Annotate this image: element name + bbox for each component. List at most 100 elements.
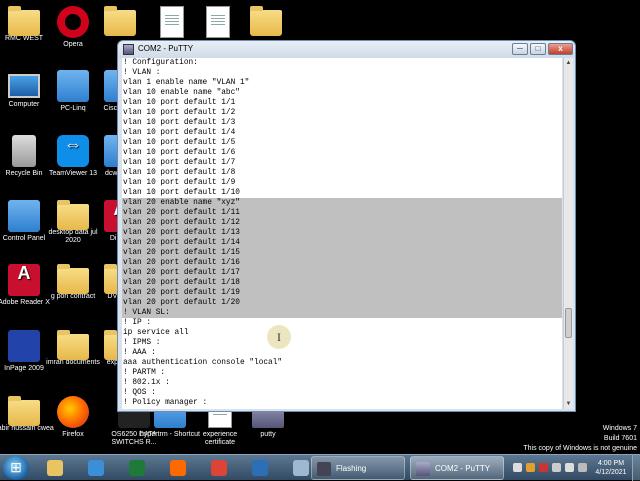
terminal-line: vlan 10 port default 1/5 xyxy=(123,139,236,147)
tray-flag-icon[interactable] xyxy=(526,463,535,472)
terminal-line: vlan 10 port default 1/7 xyxy=(123,159,236,167)
computer-icon xyxy=(8,74,40,98)
control-panel-icon xyxy=(8,200,40,232)
battery-icon[interactable] xyxy=(578,463,587,472)
terminal-line: ! VLAN SL: xyxy=(122,308,562,318)
terminal-line: vlan 10 port default 1/10 xyxy=(123,189,240,197)
terminal-line: ! PARTM : xyxy=(123,369,166,377)
terminal-line: vlan 10 port default 1/6 xyxy=(123,149,236,157)
task-label: COM2 - PuTTY xyxy=(435,464,491,473)
vertical-scrollbar[interactable]: ▲ ▼ xyxy=(563,58,573,409)
taskbar-pinned-explorer[interactable] xyxy=(40,457,70,479)
notepad-icon xyxy=(293,460,309,476)
ie-icon xyxy=(88,460,104,476)
desktop: RMC WEST Computer Recycle Bin Control Pa… xyxy=(0,0,640,454)
clock-time: 4:00 PM xyxy=(597,460,625,467)
tray-alert-icon[interactable] xyxy=(539,463,548,472)
terminal-line: vlan 10 port default 1/2 xyxy=(123,109,236,117)
scroll-down-icon[interactable]: ▼ xyxy=(564,399,573,409)
close-button[interactable]: x xyxy=(548,43,573,55)
taskbar-pinned-firefox[interactable] xyxy=(163,457,193,479)
watermark-line: Build 7601 xyxy=(603,435,637,442)
putty-icon xyxy=(416,462,430,476)
terminal-output[interactable]: ! Configuration: ! VLAN : vlan 1 enable na… xyxy=(122,58,562,409)
desktop-icon-firefox[interactable]: Firefox xyxy=(43,396,103,439)
taskbar-pinned-app[interactable] xyxy=(245,457,275,479)
tray-app-icon[interactable] xyxy=(513,463,522,472)
icon-label: Firefox xyxy=(62,431,84,438)
terminal-line: ! AAA : xyxy=(123,349,156,357)
folder-icon xyxy=(250,6,282,36)
firefox-icon xyxy=(57,396,89,428)
window-title: COM2 - PuTTY xyxy=(138,44,194,53)
terminal-line: vlan 10 port default 1/8 xyxy=(123,169,236,177)
terminal-line: vlan 20 port default 1/15 xyxy=(122,248,562,258)
folder-icon xyxy=(8,396,40,426)
terminal-line: vlan 20 port default 1/12 xyxy=(122,218,562,228)
folder-icon xyxy=(104,6,136,36)
terminal-line: ! VLAN : xyxy=(123,69,161,77)
teamviewer-icon xyxy=(57,135,89,167)
desktop-icon-folder-2[interactable] xyxy=(236,6,296,36)
pdf-icon xyxy=(8,264,40,296)
clock[interactable]: 4:00 PM 4/12/2021 xyxy=(591,459,631,477)
taskbar-pinned-excel[interactable] xyxy=(122,457,152,479)
network-icon[interactable] xyxy=(552,463,561,472)
chrome-icon xyxy=(211,460,227,476)
app-icon xyxy=(317,462,331,476)
document-icon xyxy=(206,6,230,38)
window-titlebar[interactable]: COM2 - PuTTY ─ □ x xyxy=(118,41,575,58)
taskbar-pinned-ie[interactable] xyxy=(81,457,111,479)
windows-watermark: Windows 7 Build 7601 This copy of Window… xyxy=(523,424,637,454)
terminal-line: ip service all xyxy=(123,329,189,337)
task-label: Flashing xyxy=(336,464,367,473)
recycle-bin-icon xyxy=(12,135,36,167)
terminal-line: ! 802.1x : xyxy=(123,379,170,387)
terminal-line: ! Configuration: xyxy=(123,59,198,67)
terminal-lines: ! Configuration: ! VLAN : vlan 1 enable na… xyxy=(122,58,562,408)
terminal-line: vlan 10 port default 1/4 xyxy=(123,129,236,137)
icon-label: Opera xyxy=(63,41,83,48)
show-desktop-button[interactable] xyxy=(632,455,640,481)
terminal-line: ! IP : xyxy=(123,319,152,327)
taskbar: Flashing COM2 - PuTTY 4:00 PM 4/12/2021 xyxy=(0,454,640,481)
terminal-line: ! QOS : xyxy=(123,389,156,397)
putty-window[interactable]: COM2 - PuTTY ─ □ x ! Configuration: ! VLA… xyxy=(117,40,576,412)
terminal-line: vlan 20 port default 1/16 xyxy=(122,258,562,268)
scroll-thumb[interactable] xyxy=(565,308,572,338)
desktop-icon-folder[interactable] xyxy=(90,6,150,36)
terminal-line: vlan 20 enable name "xyz" xyxy=(122,198,562,208)
opera-icon xyxy=(57,6,89,38)
terminal-line: vlan 10 enable name "abc" xyxy=(123,89,240,97)
terminal-line: vlan 20 port default 1/13 xyxy=(122,228,562,238)
text-cursor-icon: I xyxy=(267,325,291,349)
watermark-line: Windows 7 xyxy=(602,425,637,432)
task-flashing[interactable]: Flashing xyxy=(311,456,405,480)
volume-icon[interactable] xyxy=(565,463,574,472)
putty-icon[interactable] xyxy=(123,44,134,55)
start-button[interactable] xyxy=(3,456,29,480)
terminal-line: vlan 10 port default 1/1 xyxy=(123,99,236,107)
terminal-line: vlan 20 port default 1/17 xyxy=(122,268,562,278)
terminal-line: vlan 10 port default 1/9 xyxy=(123,179,236,187)
task-putty[interactable]: COM2 - PuTTY xyxy=(410,456,504,480)
terminal-line: ! IPMS : xyxy=(123,339,161,347)
minimize-button[interactable]: ─ xyxy=(512,43,528,55)
folder-icon xyxy=(57,200,89,230)
taskbar-pinned-chrome[interactable] xyxy=(204,457,234,479)
terminal-line: vlan 1 enable name "VLAN 1" xyxy=(123,79,250,87)
clock-date: 4/12/2021 xyxy=(595,469,627,476)
terminal-line: aaa authentication console "local" xyxy=(123,359,283,367)
explorer-icon xyxy=(47,460,63,476)
terminal-line: vlan 20 port default 1/11 xyxy=(122,208,562,218)
maximize-button[interactable]: □ xyxy=(530,43,546,55)
app-icon xyxy=(252,460,268,476)
folder-icon xyxy=(8,6,40,36)
firefox-icon xyxy=(170,460,186,476)
terminal-line: vlan 20 port default 1/19 xyxy=(122,288,562,298)
folder-icon xyxy=(57,330,89,360)
scroll-up-icon[interactable]: ▲ xyxy=(564,58,573,68)
terminal-line: vlan 20 port default 1/14 xyxy=(122,238,562,248)
folder-icon xyxy=(57,264,89,294)
terminal-line: vlan 20 port default 1/18 xyxy=(122,278,562,288)
